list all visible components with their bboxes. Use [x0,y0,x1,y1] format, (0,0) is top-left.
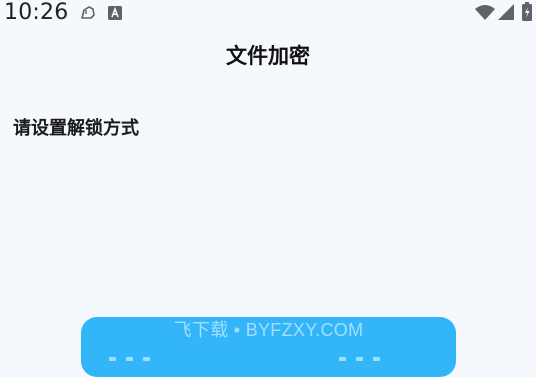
assistant-icon [80,5,96,24]
status-bar: 10:26 [0,0,536,26]
page-title: 文件加密 [226,44,310,68]
signal-icon [498,4,514,24]
pin-dots-left [109,346,160,361]
watermark-text: 飞下载 • BYFZXY.COM [173,320,364,340]
wifi-icon [475,4,495,24]
unlock-option-card[interactable]: 飞下载 • BYFZXY.COM [81,317,456,377]
pin-dots-right [339,346,390,361]
unlock-method-label: 请设置解锁方式 [13,118,139,139]
battery-icon [522,2,532,25]
status-time: 10:26 [4,0,69,25]
text-a-icon [108,5,122,24]
